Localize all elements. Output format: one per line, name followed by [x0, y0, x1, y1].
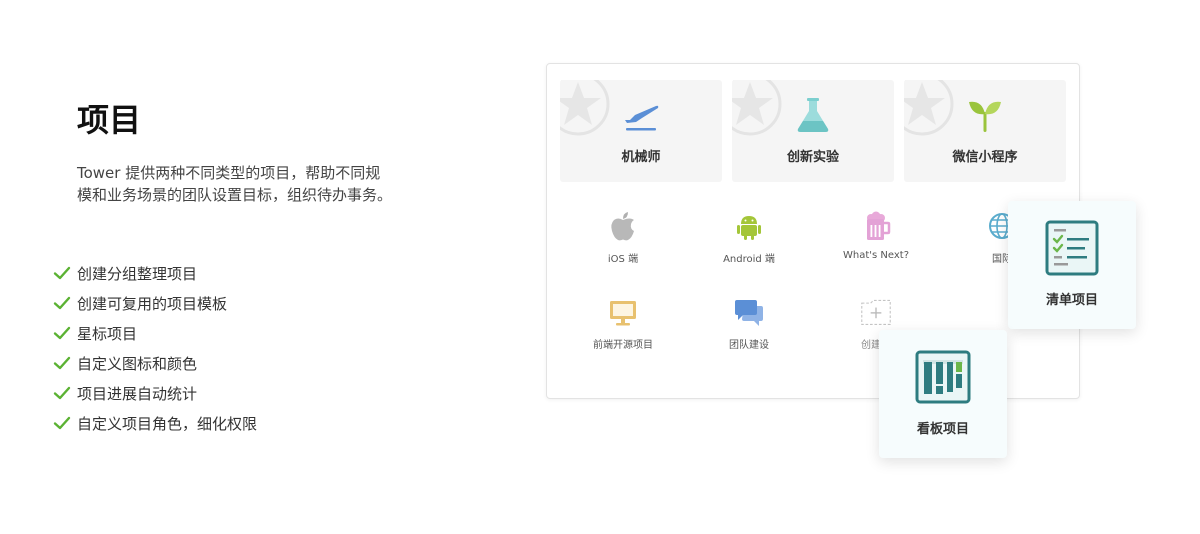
project-label: What's Next?: [842, 250, 909, 261]
check-icon: [53, 296, 71, 310]
template-card-innovation[interactable]: 创新实验: [732, 80, 894, 182]
feature-item: 星标项目: [53, 318, 257, 348]
section-title: 项目: [77, 101, 142, 139]
android-icon: [737, 216, 761, 240]
feature-label: 自定义图标和颜色: [77, 354, 198, 373]
template-card-mechanic[interactable]: 机械师: [560, 80, 722, 182]
feature-label: 创建分组整理项目: [77, 264, 198, 283]
project-android[interactable]: Android 端: [699, 210, 799, 265]
check-icon: [53, 266, 71, 280]
feature-item: 创建分组整理项目: [53, 258, 257, 288]
flask-icon: [797, 98, 829, 132]
project-label: 团队建设: [729, 340, 769, 351]
list-project-label: 清单项目: [1045, 293, 1098, 308]
kanban-project-card[interactable]: 看板项目: [879, 330, 1007, 458]
feature-label: 创建可复用的项目模板: [77, 294, 228, 313]
template-card-miniprogram[interactable]: 微信小程序: [904, 80, 1066, 182]
template-label: 微信小程序: [952, 150, 1018, 165]
project-label: Android 端: [723, 254, 775, 265]
project-team-building[interactable]: 团队建设: [699, 296, 799, 351]
section-description: Tower 提供两种不同类型的项目，帮助不同规模和业务场景的团队设置目标，组织待…: [77, 164, 393, 204]
checklist-icon: [1045, 220, 1099, 276]
template-label: 创新实验: [786, 150, 839, 165]
project-whats-next[interactable]: What's Next?: [826, 210, 926, 261]
star-icon: [560, 80, 610, 136]
sprout-icon: [969, 101, 1001, 132]
star-icon: [732, 80, 782, 136]
feature-item: 自定义图标和颜色: [53, 348, 257, 378]
kanban-icon: [915, 350, 971, 404]
feature-label: 项目进展自动统计: [77, 384, 198, 403]
kanban-project-label: 看板项目: [916, 422, 969, 437]
monitor-icon: [610, 301, 636, 326]
project-ios[interactable]: iOS 端: [573, 210, 673, 265]
chat-icon: [735, 300, 763, 326]
project-label: 前端开源项目: [593, 340, 653, 351]
feature-item: 自定义项目角色，细化权限: [53, 408, 257, 438]
template-label: 机械师: [621, 150, 661, 165]
apple-icon: [611, 212, 634, 241]
star-icon: [904, 80, 954, 136]
beer-icon: [867, 211, 891, 240]
feature-item: 项目进展自动统计: [53, 378, 257, 408]
check-icon: [53, 386, 71, 400]
add-folder-icon: [861, 299, 891, 325]
plane-icon: [625, 105, 659, 131]
feature-label: 自定义项目角色，细化权限: [77, 414, 258, 433]
project-frontend-oss[interactable]: 前端开源项目: [573, 296, 673, 351]
project-label: iOS 端: [607, 254, 639, 265]
feature-list: 创建分组整理项目 创建可复用的项目模板 星标项目 自定义图标和颜色 项目进展自动…: [53, 258, 257, 438]
check-icon: [53, 326, 71, 340]
check-icon: [53, 356, 71, 370]
check-icon: [53, 416, 71, 430]
list-project-card[interactable]: 清单项目: [1008, 201, 1136, 329]
feature-item: 创建可复用的项目模板: [53, 288, 257, 318]
feature-label: 星标项目: [77, 324, 138, 343]
